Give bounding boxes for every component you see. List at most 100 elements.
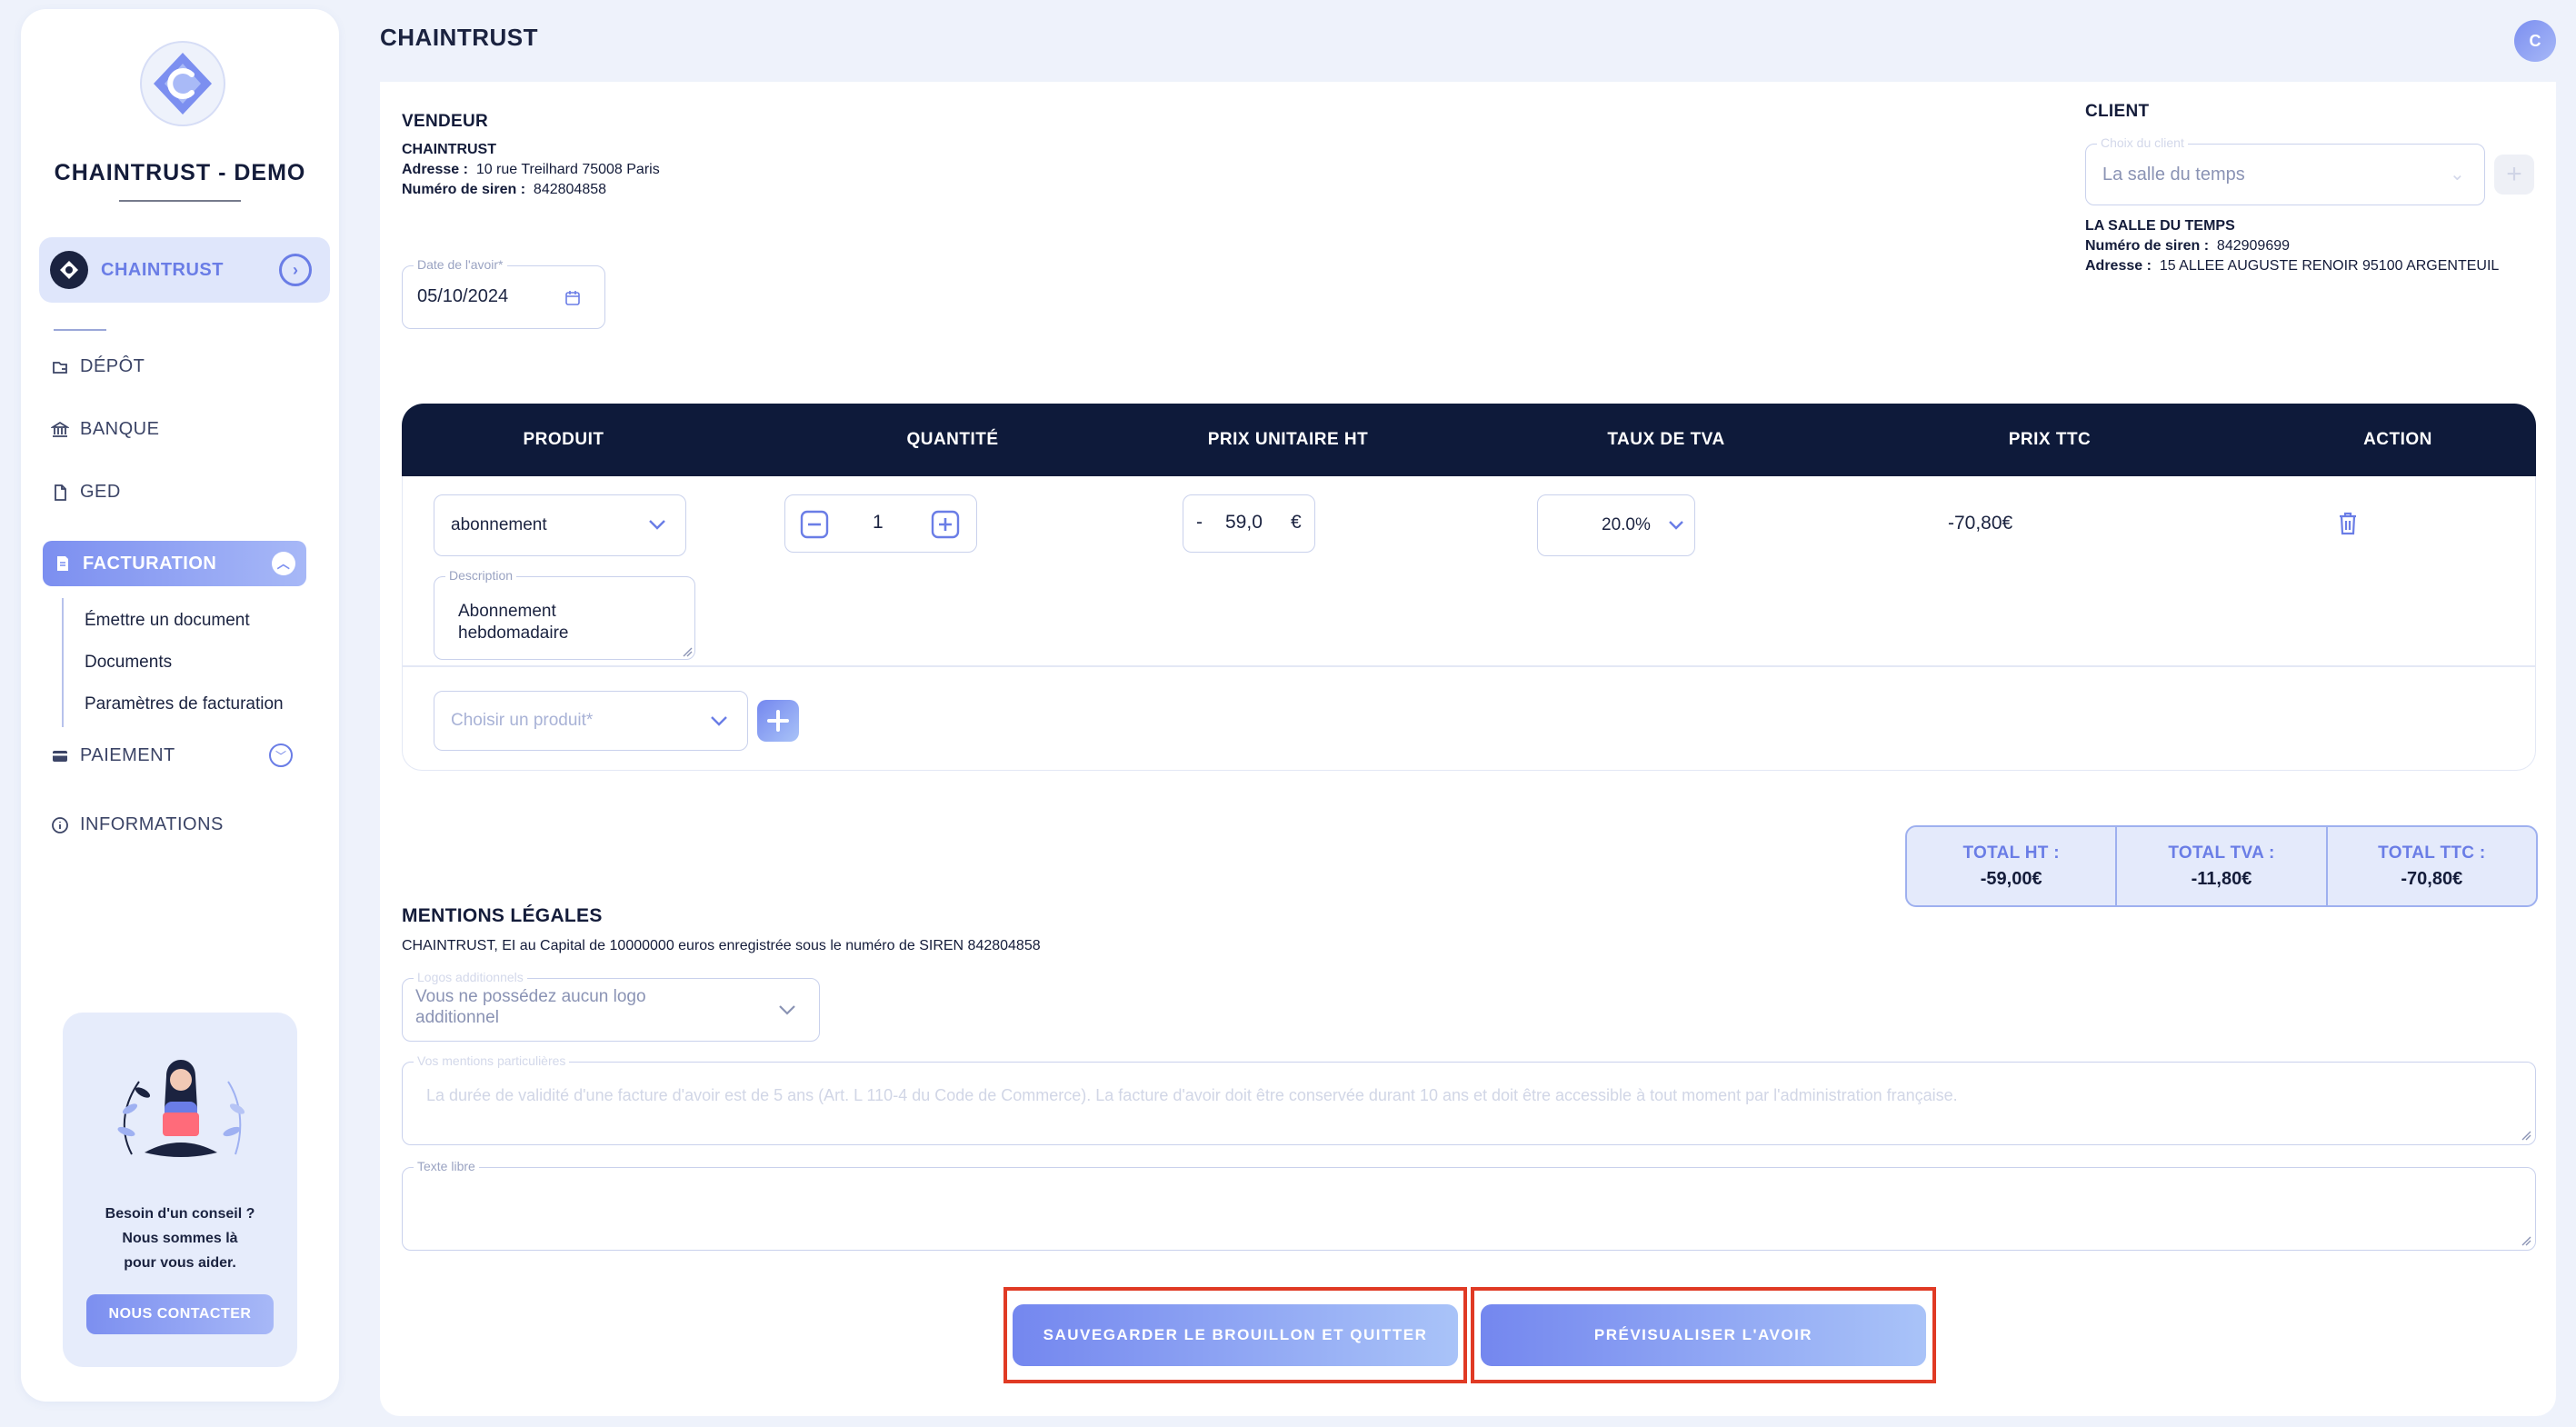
quantity-value[interactable]: 1 (873, 512, 884, 534)
nav-item-ged[interactable]: GED (51, 482, 121, 503)
sub-item-emettre[interactable]: Émettre un document (85, 611, 250, 631)
credit-note-form: VENDEUR CHAINTRUST Adresse : 10 rue Trei… (380, 82, 2556, 1416)
legal-text: CHAINTRUST, EI au Capital de 10000000 eu… (402, 938, 1041, 953)
calendar-icon[interactable] (564, 290, 581, 306)
total-label: TOTAL TTC : (2378, 843, 2486, 863)
field-label: Texte libre (414, 1159, 479, 1173)
resize-handle-icon[interactable] (2521, 1235, 2531, 1246)
chevron-down-icon[interactable]: ﹀ (269, 743, 293, 767)
total-value: -70,80€ (2401, 868, 2463, 889)
submenu-line (62, 598, 64, 727)
total-ttc: TOTAL TTC : -70,80€ (2328, 827, 2536, 905)
row-divider (403, 665, 2535, 667)
resize-handle-icon[interactable] (682, 646, 693, 657)
field-label: Vos mentions particulières (414, 1053, 570, 1068)
preview-highlight: PRÉVISUALISER L'AVOIR (1471, 1287, 1936, 1383)
logos-select[interactable]: Logos additionnels Vous ne possédez aucu… (402, 970, 820, 1042)
vendor-heading: VENDEUR (402, 112, 489, 131)
bank-icon (51, 421, 69, 437)
chevron-down-icon (1669, 521, 1683, 530)
resize-handle-icon[interactable] (2521, 1130, 2531, 1141)
sidebar: CHAINTRUST - DEMO CHAINTRUST › DÉPÔT BAN… (21, 9, 339, 1402)
price-sign: - (1196, 512, 1203, 533)
minus-icon[interactable] (800, 510, 829, 539)
client-heading: CLIENT (2085, 102, 2150, 121)
vat-select[interactable]: 20.0% (1537, 494, 1695, 556)
description-value: Abonnement hebdomadaire (458, 602, 569, 643)
total-value: -59,00€ (1980, 868, 2042, 889)
credit-date-field[interactable]: Date de l'avoir* 05/10/2024 (402, 257, 605, 329)
plus-icon[interactable] (931, 510, 960, 539)
invoice-icon (57, 556, 68, 571)
description-field[interactable]: Description Abonnement hebdomadaire (434, 568, 695, 660)
company-selector[interactable]: CHAINTRUST › (39, 237, 330, 303)
col-produit: PRODUIT (523, 430, 604, 449)
field-label: Choix du client (2097, 135, 2188, 150)
total-ht: TOTAL HT : -59,00€ (1907, 827, 2118, 905)
logos-value: Vous ne possédez aucun logo additionnel (415, 987, 646, 1027)
nav-item-informations[interactable]: INFORMATIONS (51, 814, 224, 835)
unit-price-field[interactable]: - 59,0 € (1183, 494, 1315, 553)
address-value: 15 ALLEE AUGUSTE RENOIR 95100 ARGENTEUIL (2159, 258, 2500, 274)
client-select[interactable]: Choix du client La salle du temps ⌄ (2085, 135, 2485, 205)
company-logo-icon (50, 251, 88, 289)
client-siren: Numéro de siren : 842909699 (2085, 238, 2290, 254)
product-value: abonnement (451, 515, 547, 534)
help-illustration (117, 1060, 245, 1157)
date-value: 05/10/2024 (417, 286, 509, 306)
address-value: 10 rue Treilhard 75008 Paris (475, 162, 660, 177)
products-table-body: abonnement 1 - 59,0 € 20.0% -70,80€ Desc… (402, 476, 2536, 771)
add-product-select[interactable]: Choisir un produit* (434, 691, 748, 751)
vendor-name: CHAINTRUST (402, 142, 496, 157)
products-table-header: PRODUIT QUANTITÉ PRIX UNITAIRE HT TAUX D… (402, 404, 2536, 476)
chaintrust-logo (139, 40, 226, 127)
chevron-up-icon[interactable]: ︿ (272, 552, 295, 575)
card-icon (53, 750, 67, 762)
chevron-down-icon (649, 520, 665, 530)
mentions-placeholder: La durée de validité d'une facture d'avo… (426, 1086, 1958, 1104)
preview-button[interactable]: PRÉVISUALISER L'AVOIR (1481, 1304, 1926, 1366)
product-select[interactable]: abonnement (434, 494, 686, 556)
siren-value: 842909699 (2216, 238, 2291, 254)
nav-item-depot[interactable]: DÉPÔT (51, 356, 145, 377)
trash-icon[interactable] (2337, 511, 2359, 536)
chevron-down-icon (711, 716, 727, 726)
nav-item-paiement[interactable]: PAIEMENT (51, 745, 175, 766)
free-text-field[interactable]: Texte libre (402, 1159, 2536, 1251)
client-select-value: La salle du temps (2102, 165, 2245, 185)
nav-item-banque[interactable]: BANQUE (51, 419, 159, 440)
contact-button[interactable]: NOUS CONTACTER (86, 1294, 274, 1334)
help-card: Besoin d'un conseil ? Nous sommes là pou… (63, 1013, 297, 1367)
siren-label: Numéro de siren : (402, 182, 526, 197)
divider (54, 329, 106, 331)
add-product-button[interactable] (757, 700, 799, 742)
siren-label: Numéro de siren : (2085, 238, 2210, 254)
brand-underline (119, 200, 241, 202)
totals-box: TOTAL HT : -59,00€ TOTAL TVA : -11,80€ T… (1905, 825, 2538, 907)
field-label: Logos additionnels (414, 970, 527, 984)
page-title: CHAINTRUST (380, 24, 538, 51)
siren-value: 842804858 (533, 182, 607, 197)
help-text: Besoin d'un conseil ? Nous sommes là pou… (63, 1202, 297, 1275)
nav-label: GED (80, 482, 121, 502)
nav-item-facturation[interactable]: FACTURATION ︿ (43, 541, 306, 586)
help-line: pour vous aider. (124, 1255, 236, 1271)
col-quantite: QUANTITÉ (906, 430, 999, 449)
vendor-address: Adresse : 10 rue Treilhard 75008 Paris (402, 162, 660, 178)
col-prix-ttc: PRIX TTC (2008, 430, 2092, 449)
currency-symbol: € (1291, 512, 1302, 533)
chevron-right-icon[interactable]: › (279, 254, 312, 286)
mentions-field[interactable]: Vos mentions particulières La durée de v… (402, 1053, 2536, 1145)
add-client-button[interactable]: + (2494, 155, 2534, 195)
nav-label: BANQUE (80, 419, 160, 439)
add-product-placeholder: Choisir un produit* (451, 711, 594, 730)
nav-label: DÉPÔT (80, 356, 145, 376)
sub-item-documents[interactable]: Documents (85, 653, 172, 673)
save-draft-button[interactable]: SAUVEGARDER LE BROUILLON ET QUITTER (1013, 1304, 1458, 1366)
user-avatar[interactable]: C (2514, 20, 2556, 62)
save-draft-highlight: SAUVEGARDER LE BROUILLON ET QUITTER (1003, 1287, 1467, 1383)
sub-item-parametres[interactable]: Paramètres de facturation (85, 694, 284, 714)
nav-label: INFORMATIONS (80, 814, 224, 834)
total-value: -11,80€ (2191, 868, 2252, 889)
address-label: Adresse : (2085, 258, 2152, 274)
